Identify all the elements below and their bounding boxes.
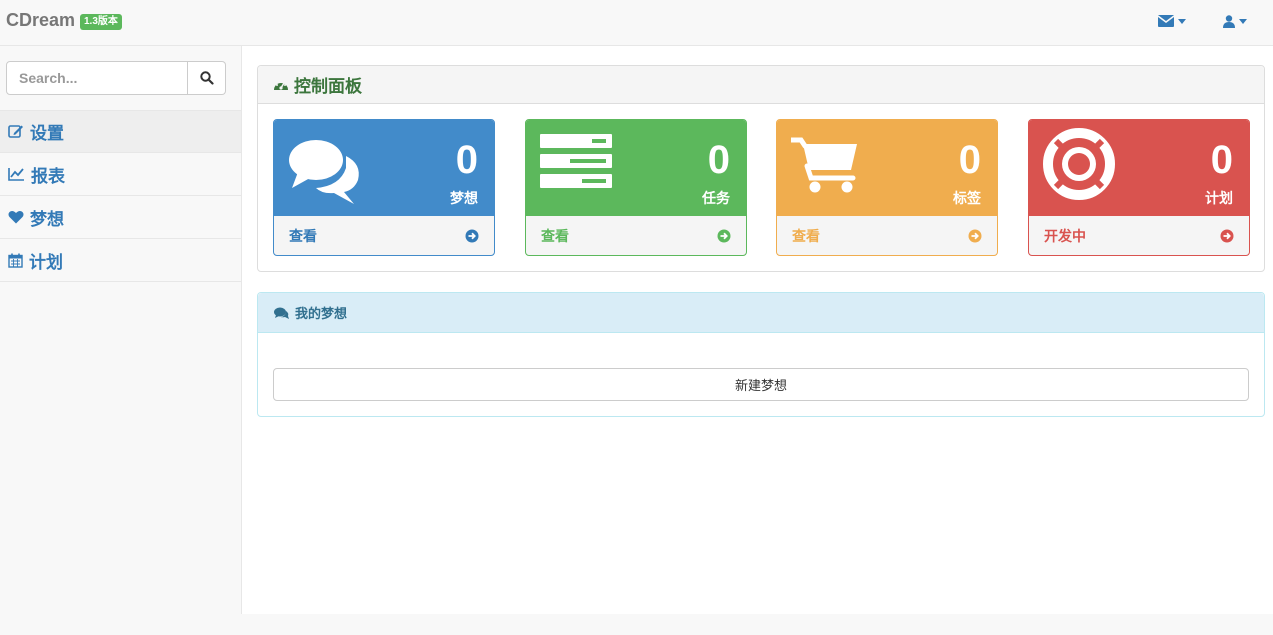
tasks-count: 0	[707, 138, 730, 182]
my-dreams-heading: 我的梦想	[258, 293, 1264, 333]
top-navbar: CDream 1.3版本	[0, 0, 1273, 46]
arrow-circle-right-icon	[717, 229, 731, 243]
dreams-label: 梦想	[450, 190, 478, 206]
comments-icon	[289, 140, 359, 204]
search-button[interactable]	[188, 61, 226, 95]
user-dropdown[interactable]	[1223, 13, 1247, 29]
tags-count: 0	[958, 138, 981, 182]
search-icon	[199, 71, 214, 85]
plans-card: 0 计划 开发中	[1028, 119, 1250, 256]
tags-label: 标签	[953, 190, 981, 206]
card-link-label: 查看	[792, 228, 820, 244]
brand-name[interactable]: CDream	[6, 10, 75, 31]
dashboard-icon	[274, 81, 288, 90]
caret-down-icon	[1239, 18, 1247, 24]
plans-label: 计划	[1205, 190, 1233, 206]
sidebar-item-dreams[interactable]: 梦想	[0, 196, 241, 239]
tags-card: 0 标签 查看	[776, 119, 998, 256]
page-title: 控制面板	[294, 77, 362, 96]
main-content: 控制面板 0 梦想 查看 0 任务 查看 0 标签 查看 0 计划 开发中 我的…	[242, 46, 1273, 614]
card-link-label: 查看	[289, 228, 317, 244]
messages-dropdown[interactable]	[1158, 13, 1186, 29]
plans-count: 0	[1210, 138, 1233, 182]
version-badge: 1.3版本	[80, 14, 122, 30]
tasks-card: 0 任务 查看	[525, 119, 747, 256]
sidebar-item-label: 设置	[30, 124, 64, 143]
search-input[interactable]	[6, 61, 188, 95]
card-link-label: 查看	[541, 228, 569, 244]
sidebar-item-reports[interactable]: 报表	[0, 153, 241, 196]
shopping-cart-icon	[791, 137, 857, 193]
edit-icon	[8, 125, 23, 138]
arrow-circle-right-icon	[1220, 229, 1234, 243]
sidebar-item-plans[interactable]: 计划	[0, 239, 241, 282]
dreams-card: 0 梦想 查看	[273, 119, 495, 256]
calendar-icon	[8, 253, 23, 268]
tasks-view-link[interactable]: 查看	[526, 216, 746, 255]
sidebar-nav: 设置 报表 梦想 计划	[0, 110, 241, 282]
tasks-label: 任务	[702, 190, 730, 206]
dashboard-panel-heading: 控制面板	[258, 66, 1264, 104]
dashboard-panel: 控制面板 0 梦想 查看 0 任务 查看 0 标签 查看 0 计划 开发中	[257, 65, 1265, 272]
plans-view-link[interactable]: 开发中	[1029, 216, 1249, 255]
arrow-circle-right-icon	[968, 229, 982, 243]
comments-icon	[274, 307, 289, 319]
my-dreams-title: 我的梦想	[295, 306, 348, 321]
sidebar-item-settings[interactable]: 设置	[0, 110, 241, 153]
arrow-circle-right-icon	[465, 229, 479, 243]
search-group	[6, 61, 226, 95]
sidebar-item-label: 计划	[29, 252, 63, 272]
tasks-icon	[540, 134, 612, 188]
dreams-view-link[interactable]: 查看	[274, 216, 494, 255]
dreams-count: 0	[455, 138, 478, 182]
life-ring-icon	[1043, 128, 1115, 200]
new-dream-button[interactable]: 新建梦想	[273, 368, 1249, 401]
card-link-label: 开发中	[1044, 228, 1086, 244]
envelope-icon	[1158, 15, 1174, 27]
caret-down-icon	[1178, 18, 1186, 24]
heart-icon	[8, 210, 24, 224]
tags-view-link[interactable]: 查看	[777, 216, 997, 255]
sidebar-item-label: 梦想	[30, 209, 64, 229]
sidebar-item-label: 报表	[31, 166, 65, 186]
sidebar: 设置 报表 梦想 计划	[0, 46, 242, 614]
user-icon	[1223, 14, 1235, 28]
line-chart-icon	[8, 168, 24, 181]
my-dreams-panel: 我的梦想 新建梦想	[257, 292, 1265, 417]
